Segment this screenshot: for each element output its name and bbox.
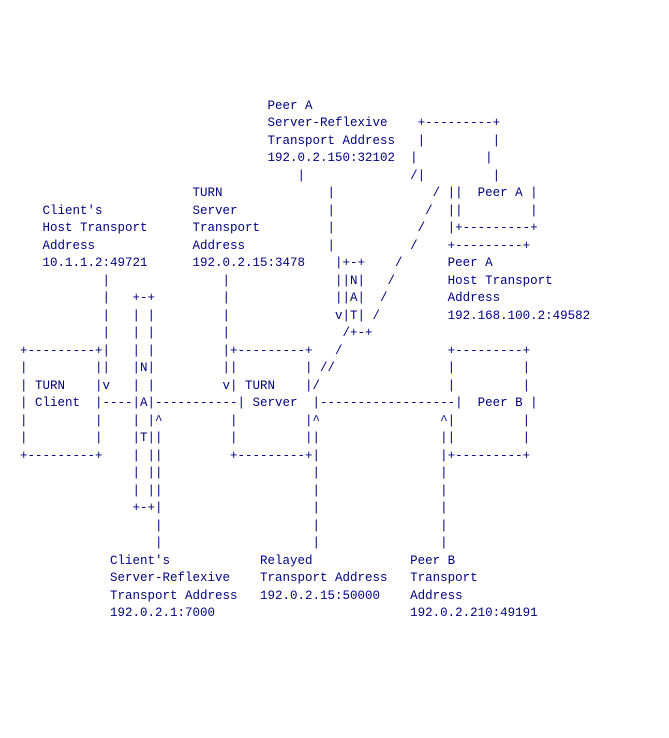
turn-topology-diagram: Peer A Server-Reflexive +---------+ Tran… — [0, 83, 669, 638]
